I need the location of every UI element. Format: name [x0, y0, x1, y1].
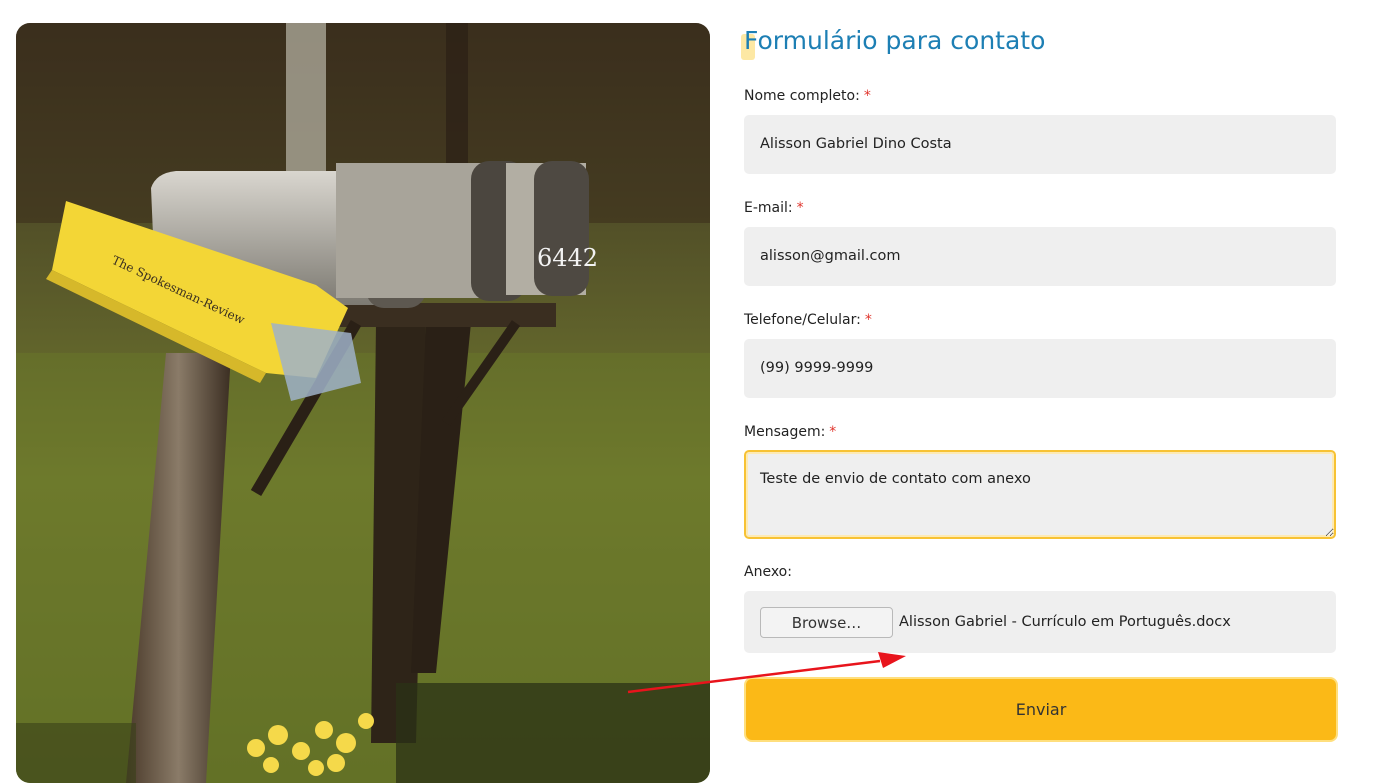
phone-field[interactable] — [744, 339, 1336, 398]
email-label: E-mail: * — [744, 200, 804, 216]
form-title: Formulário para contato — [744, 26, 1046, 55]
message-label: Mensagem: * — [744, 424, 837, 440]
name-label: Nome completo: * — [744, 88, 871, 104]
required-mark: * — [796, 200, 804, 216]
message-field[interactable]: Teste de envio de contato com anexo — [744, 450, 1336, 539]
mailbox-number-6442: 6442 — [537, 244, 598, 272]
required-mark: * — [863, 88, 871, 104]
phone-label: Telefone/Celular: * — [744, 312, 872, 328]
browse-button[interactable]: Browse… — [760, 607, 893, 638]
selected-file-name: Alisson Gabriel - Currículo em Português… — [899, 614, 1231, 630]
required-mark: * — [864, 312, 872, 328]
required-mark: * — [829, 424, 837, 440]
contact-photo: 6440 6442 The Spokesman-Review — [16, 23, 710, 783]
email-field[interactable] — [744, 227, 1336, 286]
file-input[interactable]: Browse… Alisson Gabriel - Currículo em P… — [744, 591, 1336, 653]
name-field[interactable] — [744, 115, 1336, 174]
submit-button[interactable]: Enviar — [744, 677, 1338, 742]
attachment-label: Anexo: — [744, 564, 792, 580]
